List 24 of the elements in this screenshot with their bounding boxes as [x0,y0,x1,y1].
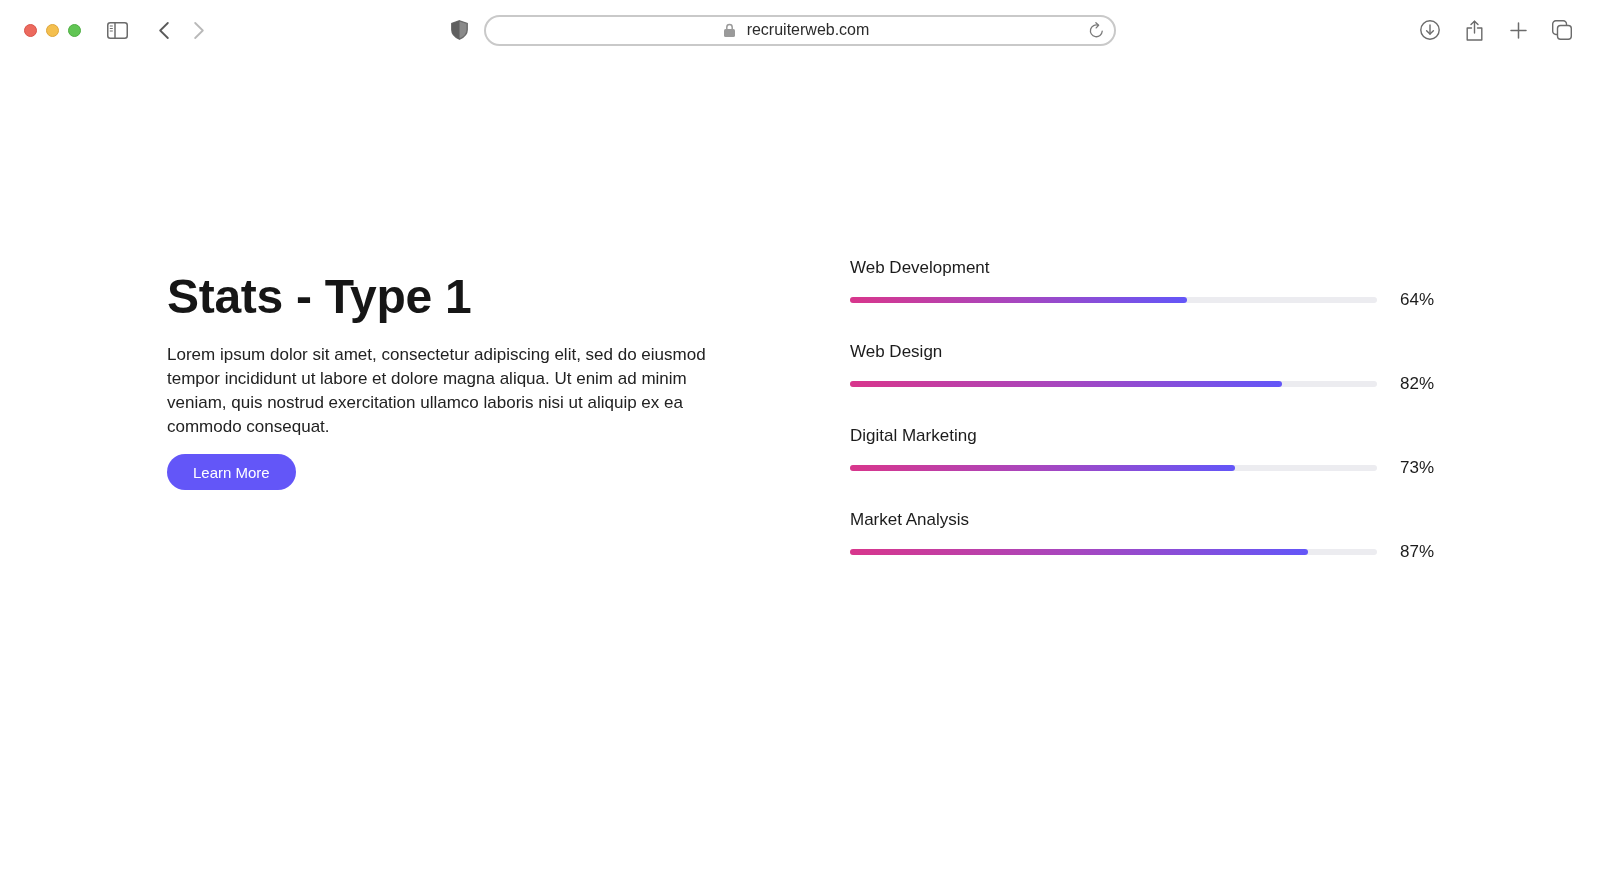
percent-value: 87% [1398,541,1434,563]
intro-paragraph: Lorem ipsum dolor sit amet, consectetur adipiscing elit, sed do eiusmod tempor incididunt ut labore et dolore magna aliqua. Ut enim ad minim veniam, quis nostrud exercitation ullamco laboris nisi ut aliquip ex ea commodo consequat. [167,344,707,438]
window-close-icon[interactable] [24,23,37,37]
back-icon[interactable] [159,21,169,39]
learn-more-button[interactable]: Learn More [167,454,296,490]
tabs-icon[interactable] [1552,20,1572,40]
percent-value: 82% [1398,373,1434,395]
reload-icon[interactable] [1089,22,1104,38]
url-text: recruiterweb.com [746,21,870,39]
address-bar[interactable]: recruiterweb.com [484,14,1116,46]
lock-icon [723,23,735,37]
skill-label: Web Development [850,258,990,278]
window-zoom-icon[interactable] [68,23,81,37]
page-title: Stats - Type 1 [167,270,472,323]
skill-label: Web Design [850,342,943,362]
percent-value: 64% [1398,289,1434,311]
shield-icon[interactable] [451,20,468,40]
skill-label: Digital Marketing [850,426,977,446]
plus-icon[interactable] [1510,21,1527,39]
skill-label: Market Analysis [850,510,970,530]
share-icon[interactable] [1466,19,1483,41]
download-icon[interactable] [1420,20,1440,40]
sidebar-icon[interactable] [107,21,128,39]
percent-value: 73% [1398,457,1434,479]
